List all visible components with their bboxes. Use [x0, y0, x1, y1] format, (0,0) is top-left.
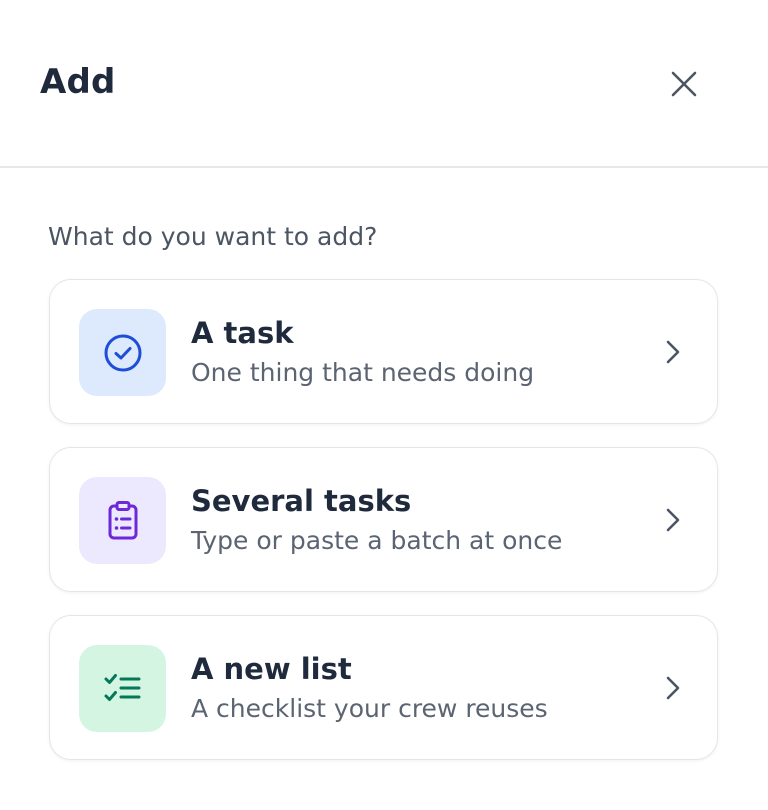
- chevron-right-icon: [662, 506, 684, 534]
- option-label: A task: [191, 316, 294, 350]
- dialog-header: Add: [0, 0, 768, 168]
- option-a-new-list[interactable]: A new list A checklist your crew reuses: [49, 615, 718, 760]
- option-icon-tile: [79, 477, 166, 564]
- dialog-prompt: What do you want to add?: [48, 222, 378, 251]
- option-description: A checklist your crew reuses: [191, 694, 548, 723]
- option-label: A new list: [191, 652, 352, 686]
- close-button[interactable]: [660, 60, 708, 108]
- option-label: Several tasks: [191, 484, 412, 518]
- option-description: Type or paste a batch at once: [191, 526, 563, 555]
- chevron-right-icon: [662, 338, 684, 366]
- clipboard-list-icon: [108, 500, 137, 539]
- option-description: One thing that needs doing: [191, 358, 535, 387]
- chevron-right-icon: [662, 674, 684, 702]
- dialog-title: Add: [40, 62, 116, 102]
- add-dialog: Add What do you want to add? A task One …: [0, 0, 768, 810]
- option-icon-tile: [79, 645, 166, 732]
- circle-check-icon: [104, 334, 141, 371]
- option-several-tasks[interactable]: Several tasks Type or paste a batch at o…: [49, 447, 718, 592]
- option-icon-tile: [79, 309, 166, 396]
- close-icon: [671, 71, 697, 97]
- option-a-task[interactable]: A task One thing that needs doing: [49, 279, 718, 424]
- checklist-icon: [104, 673, 140, 701]
